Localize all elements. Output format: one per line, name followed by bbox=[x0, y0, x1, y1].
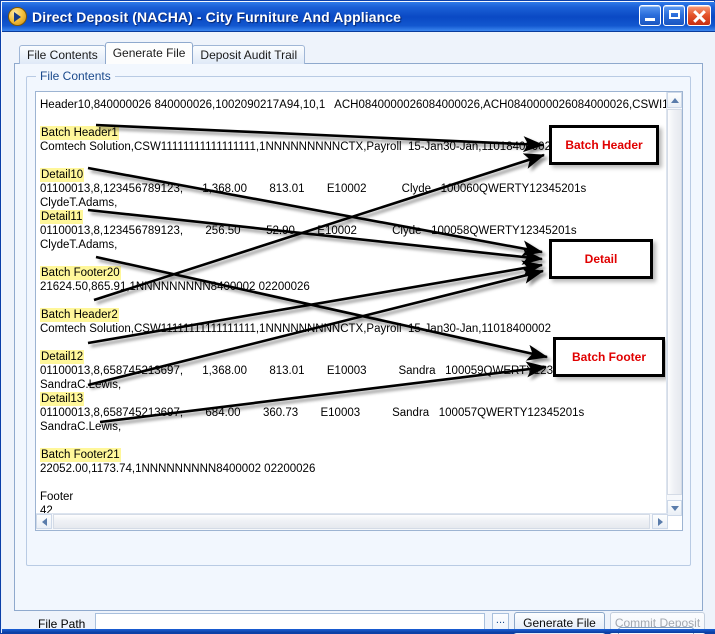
file-content-line-text: Header10,840000026 840000026,1002090217A… bbox=[40, 99, 668, 111]
file-content-line bbox=[40, 473, 668, 487]
record-type-tag: Detail13 bbox=[40, 389, 668, 406]
file-content-line: Comtech Solution,CSW11111111111111111,1N… bbox=[40, 319, 668, 335]
record-type-tag: Detail11 bbox=[40, 207, 668, 224]
tab-generate-file[interactable]: Generate File bbox=[104, 42, 194, 64]
callout-detail[interactable]: Detail bbox=[549, 239, 653, 279]
file-content-line bbox=[40, 291, 668, 305]
title-bar: Direct Deposit (NACHA) - City Furniture … bbox=[2, 2, 715, 32]
play-circle-icon bbox=[8, 7, 27, 26]
callout-batch-header[interactable]: Batch Header bbox=[549, 125, 659, 165]
scroll-right-icon[interactable] bbox=[652, 514, 668, 529]
file-content-line: ClydeT.Adams, bbox=[40, 193, 668, 209]
tab-page-generate-file: File Contents Header10,840000026 8400000… bbox=[14, 63, 705, 634]
file-content-line-text: Comtech Solution,CSW11111111111111111,1N… bbox=[40, 323, 551, 335]
record-type-tag: Batch Footer21 bbox=[40, 445, 668, 462]
file-content-line: 21624.50,865.91,1NNNNNNNNN8400002 022000… bbox=[40, 277, 668, 293]
window-controls bbox=[639, 5, 711, 26]
file-content-line-text: 01100013,8,123456789123, 256.50 52.90 E1… bbox=[40, 225, 577, 237]
file-content-line-text: ClydeT.Adams, bbox=[40, 239, 118, 251]
scroll-down-icon[interactable] bbox=[667, 500, 682, 516]
scroll-left-icon[interactable] bbox=[36, 514, 52, 529]
maximize-button[interactable] bbox=[663, 5, 685, 26]
file-content-line: SandraC.Lewis, bbox=[40, 417, 668, 433]
minimize-icon bbox=[645, 18, 655, 21]
screenshot-root: Direct Deposit (NACHA) - City Furniture … bbox=[0, 0, 715, 634]
window-title: Direct Deposit (NACHA) - City Furniture … bbox=[32, 8, 402, 25]
client-area: File Contents Generate File Deposit Audi… bbox=[2, 32, 715, 634]
file-content-line: 01100013,8,123456789123, 256.50 52.90 E1… bbox=[40, 221, 668, 237]
tab-strip: File Contents Generate File Deposit Audi… bbox=[19, 42, 306, 64]
file-content-line-text: Comtech Solution,CSW11111111111111111,1N… bbox=[40, 141, 551, 153]
file-content-line bbox=[40, 109, 668, 123]
callout-batch-footer[interactable]: Batch Footer bbox=[553, 337, 665, 377]
scroll-up-icon[interactable] bbox=[667, 92, 682, 108]
vertical-scroll-thumb[interactable] bbox=[667, 109, 682, 495]
horizontal-scrollbar[interactable] bbox=[36, 513, 668, 530]
maximize-icon bbox=[669, 10, 680, 19]
file-content-line bbox=[40, 431, 668, 445]
tab-deposit-audit-trail[interactable]: Deposit Audit Trail bbox=[192, 45, 306, 64]
application-window: Direct Deposit (NACHA) - City Furniture … bbox=[0, 0, 715, 634]
file-content-line: Header10,840000026 840000026,1002090217A… bbox=[40, 95, 668, 111]
file-content-line-text: 01100013,8,658745213697, 684.00 360.73 E… bbox=[40, 407, 585, 419]
file-content-line: Footer bbox=[40, 487, 668, 503]
file-contents-viewport: Header10,840000026 840000026,1002090217A… bbox=[36, 92, 668, 516]
horizontal-scroll-thumb[interactable] bbox=[53, 514, 650, 529]
tab-file-contents[interactable]: File Contents bbox=[19, 45, 106, 64]
file-content-line-text: SandraC.Lewis, bbox=[40, 421, 122, 433]
file-contents-textbox[interactable]: Header10,840000026 840000026,1002090217A… bbox=[35, 91, 683, 531]
file-content-line-text: 01100013,8,123456789123, 1,368.00 813.01… bbox=[40, 183, 587, 195]
file-contents-groupbox: File Contents Header10,840000026 8400000… bbox=[26, 69, 691, 566]
file-content-line-text: 21624.50,865.91,1NNNNNNNNN8400002 022000… bbox=[40, 281, 310, 293]
close-button[interactable] bbox=[687, 5, 711, 26]
groupbox-label: File Contents bbox=[36, 69, 115, 83]
record-type-tag: Batch Header2 bbox=[40, 305, 668, 322]
file-content-line: 22052.00,1173.74,1NNNNNNNNN8400002 02200… bbox=[40, 459, 668, 475]
file-content-line: SandraC.Lewis, bbox=[40, 375, 668, 391]
minimize-button[interactable] bbox=[639, 5, 661, 26]
file-content-line-text: 22052.00,1173.74,1NNNNNNNNN8400002 02200… bbox=[40, 463, 316, 475]
file-content-line: 01100013,8,123456789123, 1,368.00 813.01… bbox=[40, 179, 668, 195]
record-type-tag: Detail10 bbox=[40, 165, 668, 182]
file-content-line-text: 01100013,8,658745213697, 1,368.00 813.01… bbox=[40, 365, 591, 377]
window-bottom-border bbox=[2, 629, 715, 633]
vertical-scrollbar[interactable] bbox=[666, 92, 682, 516]
file-content-line: 01100013,8,658745213697, 684.00 360.73 E… bbox=[40, 403, 668, 419]
